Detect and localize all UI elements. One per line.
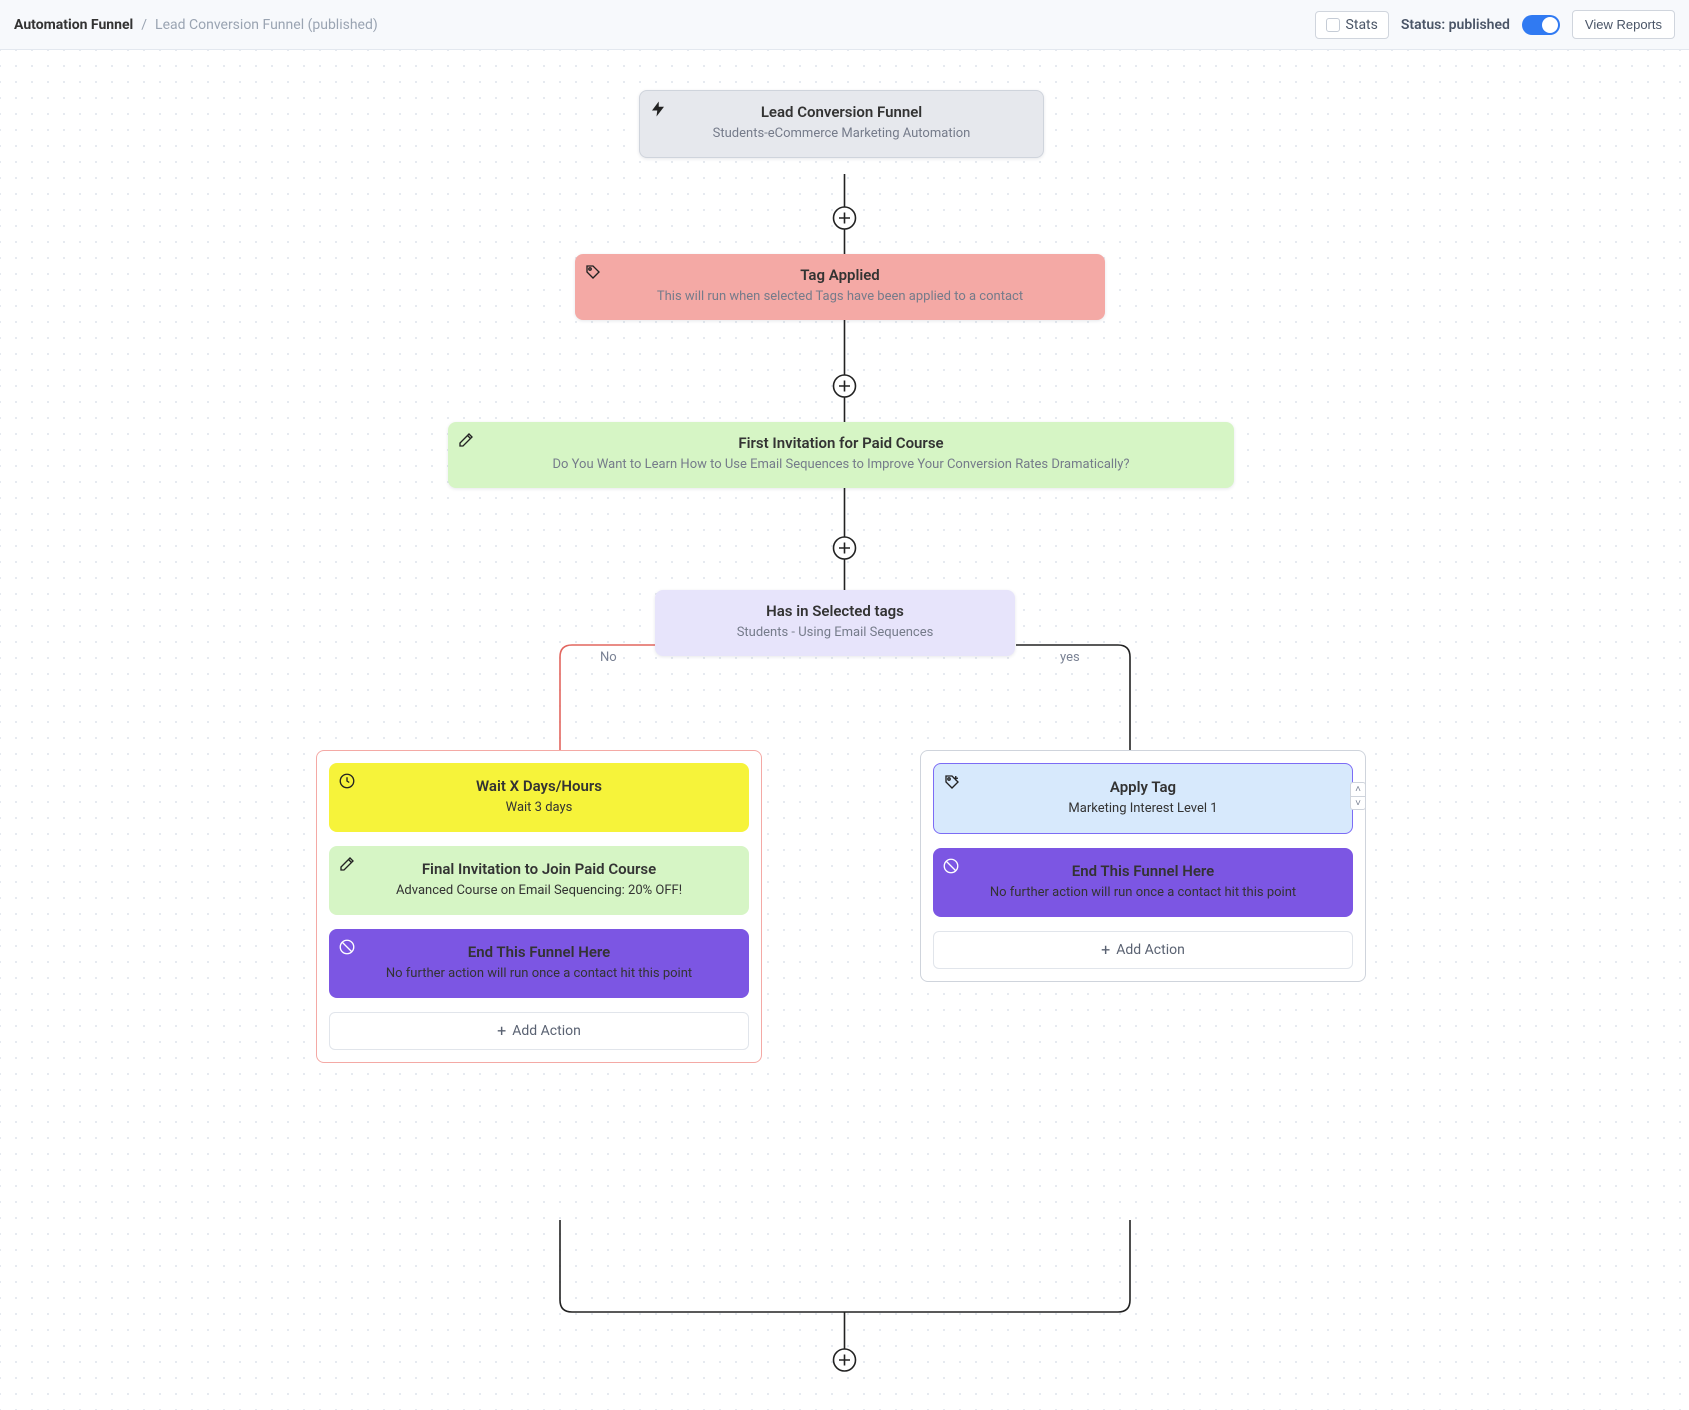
apply-tag-title: Apply Tag [954, 778, 1332, 796]
breadcrumb-leaf: Lead Conversion Funnel (published) [155, 17, 378, 33]
branch-label-no: No [600, 650, 617, 665]
email-subtitle: Do You Want to Learn How to Use Email Se… [468, 456, 1214, 474]
branch-label-yes: yes [1060, 650, 1080, 665]
wait-subtitle: Wait 3 days [349, 799, 729, 818]
wait-node[interactable]: Wait X Days/Hours Wait 3 days [329, 763, 749, 832]
top-right-controls: Stats Status: published View Reports [1315, 10, 1675, 39]
end-funnel-subtitle: No further action will run once a contac… [349, 965, 729, 984]
plus-icon: + [497, 1023, 506, 1039]
stats-checkbox[interactable] [1326, 18, 1340, 32]
end-funnel-title: End This Funnel Here [349, 943, 729, 961]
end-funnel-node[interactable]: End This Funnel Here No further action w… [329, 929, 749, 998]
stop-icon [941, 856, 961, 876]
add-action-label: Add Action [512, 1023, 581, 1039]
top-bar: Automation Funnel / Lead Conversion Funn… [0, 0, 1689, 50]
condition-subtitle: Students - Using Email Sequences [675, 624, 995, 642]
start-node[interactable]: Lead Conversion Funnel Students-eCommerc… [639, 90, 1044, 158]
add-action-label: Add Action [1116, 942, 1185, 958]
breadcrumb-separator: / [141, 17, 147, 33]
condition-title: Has in Selected tags [675, 602, 995, 620]
status-label: Status: published [1401, 17, 1510, 33]
end-funnel-subtitle: No further action will run once a contac… [953, 884, 1333, 903]
lightning-icon [648, 99, 668, 119]
trigger-title: Tag Applied [595, 266, 1085, 284]
stepper-up[interactable]: ˄ [1350, 782, 1366, 796]
stepper-down[interactable]: ˅ [1350, 796, 1366, 810]
email-node[interactable]: First Invitation for Paid Course Do You … [448, 422, 1234, 488]
tag-add-icon [942, 772, 962, 792]
apply-tag-subtitle: Marketing Interest Level 1 [954, 800, 1332, 819]
automation-canvas[interactable]: Lead Conversion Funnel Students-eCommerc… [0, 50, 1689, 1410]
view-reports-button[interactable]: View Reports [1572, 10, 1675, 39]
yes-branch-container: Apply Tag Marketing Interest Level 1 ˄ ˅… [920, 750, 1366, 982]
condition-node[interactable]: Has in Selected tags Students - Using Em… [655, 590, 1015, 656]
email-title: First Invitation for Paid Course [468, 434, 1214, 452]
breadcrumb: Automation Funnel / Lead Conversion Funn… [14, 17, 378, 33]
end-funnel-title: End This Funnel Here [953, 862, 1333, 880]
start-node-title: Lead Conversion Funnel [660, 103, 1023, 121]
plus-icon: + [1101, 942, 1110, 958]
compose-icon [456, 430, 476, 450]
add-action-button[interactable]: + Add Action [933, 931, 1353, 969]
compose-icon [337, 854, 357, 874]
stats-toggle-group[interactable]: Stats [1315, 11, 1389, 39]
clock-icon [337, 771, 357, 791]
start-node-subtitle: Students-eCommerce Marketing Automation [660, 125, 1023, 143]
end-funnel-node[interactable]: End This Funnel Here No further action w… [933, 848, 1353, 917]
reorder-steppers: ˄ ˅ [1350, 782, 1366, 810]
stop-icon [337, 937, 357, 957]
apply-tag-node[interactable]: Apply Tag Marketing Interest Level 1 ˄ ˅ [933, 763, 1353, 834]
status-toggle[interactable] [1522, 15, 1560, 35]
stats-label: Stats [1346, 17, 1378, 33]
final-email-node[interactable]: Final Invitation to Join Paid Course Adv… [329, 846, 749, 915]
add-action-button[interactable]: + Add Action [329, 1012, 749, 1050]
final-email-subtitle: Advanced Course on Email Sequencing: 20%… [349, 882, 729, 901]
wait-title: Wait X Days/Hours [349, 777, 729, 795]
trigger-subtitle: This will run when selected Tags have be… [595, 288, 1085, 306]
trigger-node[interactable]: Tag Applied This will run when selected … [575, 254, 1105, 320]
tag-icon [583, 262, 603, 282]
breadcrumb-root[interactable]: Automation Funnel [14, 17, 133, 33]
no-branch-container: Wait X Days/Hours Wait 3 days Final Invi… [316, 750, 762, 1063]
final-email-title: Final Invitation to Join Paid Course [349, 860, 729, 878]
